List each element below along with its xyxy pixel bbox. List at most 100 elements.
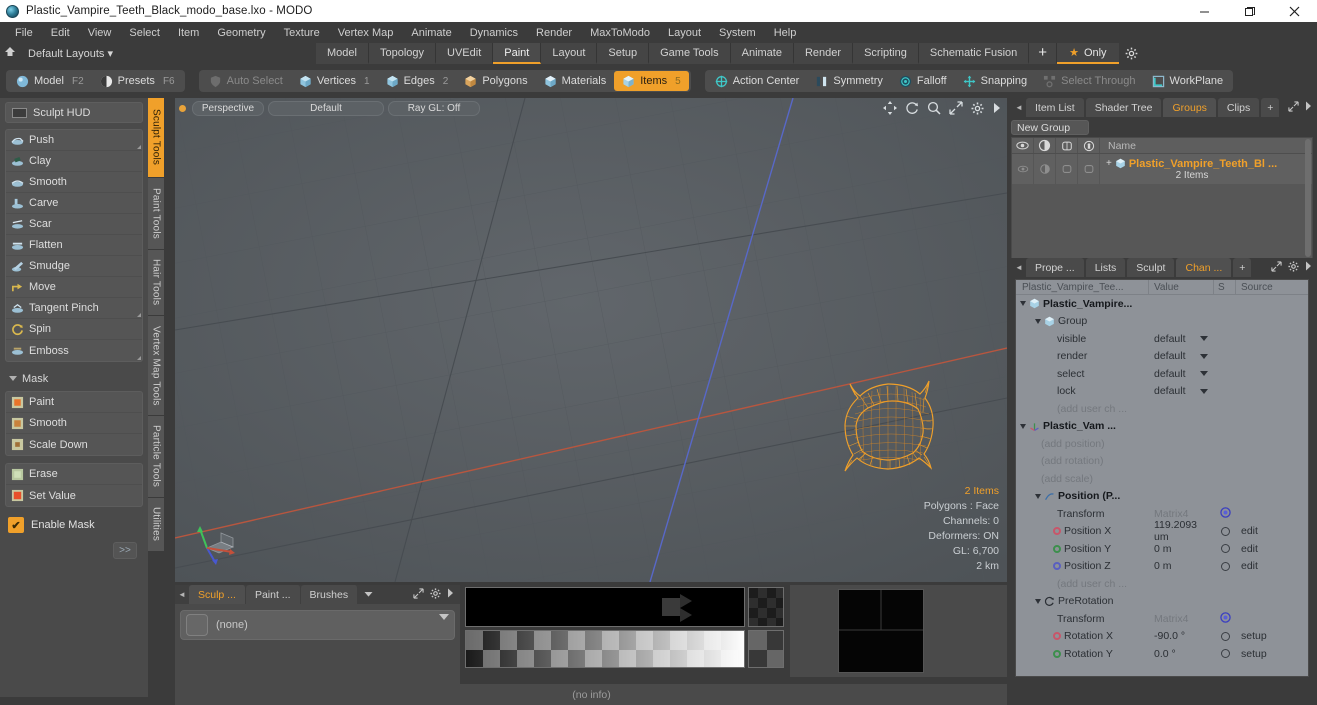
- brush-falloff-preview[interactable]: [465, 587, 745, 627]
- eye-icon[interactable]: [1012, 138, 1034, 153]
- maximize-button[interactable]: [1227, 0, 1272, 22]
- vampire-teeth-model[interactable]: [830, 376, 950, 492]
- add-channels-tab-button[interactable]: +: [1233, 258, 1252, 277]
- expand-icon[interactable]: [1271, 260, 1282, 275]
- row-wire-toggle[interactable]: [1056, 154, 1078, 184]
- mask-tool-erase[interactable]: Erase: [6, 464, 142, 485]
- vtab-vertex-map-tools[interactable]: Vertex Map Tools: [148, 316, 164, 416]
- falloff-button[interactable]: Falloff: [891, 71, 955, 91]
- action-center-button[interactable]: Action Center: [707, 71, 808, 91]
- chevron-down-icon[interactable]: [1035, 598, 1041, 604]
- menu-select[interactable]: Select: [120, 25, 169, 41]
- tool-smudge[interactable]: Smudge: [6, 256, 142, 277]
- layout-tab-model[interactable]: Model: [316, 43, 369, 64]
- gear-icon[interactable]: [430, 587, 441, 602]
- mode-button-polygons[interactable]: Polygons: [456, 71, 535, 91]
- menu-animate[interactable]: Animate: [402, 25, 460, 41]
- minimize-button[interactable]: [1182, 0, 1227, 22]
- tool-spin[interactable]: Spin: [6, 319, 142, 340]
- tab-properties[interactable]: Prope ...: [1026, 258, 1084, 277]
- tool-tangent-pinch[interactable]: Tangent Pinch: [6, 298, 142, 319]
- layout-tab-setup[interactable]: Setup: [597, 43, 650, 64]
- tab-sculpt-brush[interactable]: Sculp ...: [189, 585, 246, 604]
- channel-state-icon[interactable]: [1220, 544, 1230, 554]
- mode-button-model[interactable]: Model F2: [8, 71, 92, 91]
- expand-icon[interactable]: [1288, 100, 1299, 115]
- channel-row[interactable]: Plastic_Vam ...: [1016, 418, 1308, 436]
- menu-geometry[interactable]: Geometry: [208, 25, 274, 41]
- layout-tab-uvedit[interactable]: UVEdit: [436, 43, 494, 64]
- sculpt-hud-button[interactable]: Sculpt HUD: [5, 102, 143, 123]
- layout-tab-animate[interactable]: Animate: [730, 43, 794, 64]
- tab-channels[interactable]: Chan ...: [1176, 258, 1232, 277]
- table-row[interactable]: + Plastic_Vampire_Teeth_Bl ... 2 Items: [1012, 139, 1312, 257]
- mode-button-items[interactable]: Items 5: [614, 71, 689, 91]
- vtab-particle-tools[interactable]: Particle Tools: [148, 416, 164, 498]
- groups-scrollbar[interactable]: [1305, 139, 1311, 257]
- new-group-button[interactable]: New Group: [1011, 120, 1089, 135]
- channels-table[interactable]: Plastic_Vampire_Tee... Value S Source Pl…: [1015, 279, 1309, 677]
- expand-icon[interactable]: [413, 587, 424, 602]
- menu-vertex-map[interactable]: Vertex Map: [329, 25, 403, 41]
- select-through-button[interactable]: Select Through: [1035, 71, 1143, 91]
- channel-row[interactable]: Transform Matrix4: [1016, 610, 1308, 628]
- chevron-down-icon[interactable]: [1020, 301, 1026, 307]
- vtab-sculpt-tools[interactable]: Sculpt Tools: [148, 98, 164, 178]
- tab-brushes[interactable]: Brushes: [300, 585, 359, 604]
- lock-icon[interactable]: [1078, 138, 1100, 153]
- menu-file[interactable]: File: [6, 25, 42, 41]
- render-icon[interactable]: [1034, 138, 1056, 153]
- row-lock-toggle[interactable]: [1078, 154, 1100, 184]
- channel-row[interactable]: Rotation Y 0.0 ° setup: [1016, 645, 1308, 663]
- chevron-down-icon[interactable]: [439, 614, 449, 620]
- tab-shader-tree[interactable]: Shader Tree: [1085, 98, 1162, 117]
- channel-state-icon[interactable]: [1220, 649, 1230, 659]
- vtab-utilities[interactable]: Utilities: [148, 498, 164, 552]
- channel-row[interactable]: Plastic_Vampire...: [1016, 295, 1308, 313]
- mode-button-auto-select[interactable]: Auto Select: [201, 71, 291, 91]
- tab-lists[interactable]: Lists: [1085, 258, 1126, 277]
- menu-system[interactable]: System: [710, 25, 765, 41]
- channel-row[interactable]: (add position): [1016, 435, 1308, 453]
- tool-flatten[interactable]: Flatten: [6, 235, 142, 256]
- expand-sidebar-button[interactable]: >>: [113, 542, 137, 559]
- tool-scar[interactable]: Scar: [6, 214, 142, 235]
- menu-dynamics[interactable]: Dynamics: [461, 25, 527, 41]
- layout-tab-scripting[interactable]: Scripting: [853, 43, 919, 64]
- wire-icon[interactable]: [1056, 138, 1078, 153]
- channel-value[interactable]: -90.0 °: [1154, 630, 1185, 642]
- row-render-toggle[interactable]: [1034, 154, 1056, 184]
- tool-emboss[interactable]: Emboss: [6, 340, 142, 361]
- arrow-right-icon[interactable]: [1305, 101, 1312, 114]
- layout-tab-game-tools[interactable]: Game Tools: [649, 43, 731, 64]
- brush-gradient-preview[interactable]: [465, 630, 745, 668]
- tool-smooth[interactable]: Smooth: [6, 172, 142, 193]
- tab-paint-brush[interactable]: Paint ...: [245, 585, 301, 604]
- channel-row[interactable]: Position Z 0 m edit: [1016, 558, 1308, 576]
- only-toggle[interactable]: ★ Only: [1057, 43, 1119, 64]
- menu-help[interactable]: Help: [765, 25, 806, 41]
- gear-icon[interactable]: [1288, 260, 1299, 275]
- layout-tab-topology[interactable]: Topology: [368, 43, 437, 64]
- default-layouts-dropdown[interactable]: Default Layouts ▾: [28, 47, 113, 60]
- layout-tab-render[interactable]: Render: [793, 43, 854, 64]
- channel-state-icon[interactable]: [1220, 526, 1230, 536]
- channel-value[interactable]: 0 m: [1154, 560, 1172, 572]
- brush-color-swatch[interactable]: [748, 630, 784, 668]
- channel-state-icon[interactable]: [1220, 631, 1230, 641]
- vtab-hair-tools[interactable]: Hair Tools: [148, 250, 164, 316]
- channel-state-icon[interactable]: [1219, 612, 1231, 626]
- texture-preview-thumb[interactable]: [838, 589, 924, 673]
- layout-tab-layout[interactable]: Layout: [541, 43, 598, 64]
- add-panel-tab-button[interactable]: +: [1261, 98, 1280, 117]
- chevron-down-icon[interactable]: [1200, 353, 1208, 359]
- snapping-button[interactable]: Snapping: [955, 71, 1036, 91]
- menu-edit[interactable]: Edit: [42, 25, 79, 41]
- home-icon[interactable]: [0, 46, 20, 61]
- brush-selector[interactable]: (none): [180, 610, 455, 640]
- viewport-shading-dropdown[interactable]: Default: [268, 101, 384, 116]
- channel-row[interactable]: Position Y 0 m edit: [1016, 540, 1308, 558]
- channel-row[interactable]: (add user ch ...: [1016, 575, 1308, 593]
- arrow-right-icon[interactable]: [1305, 261, 1312, 274]
- chevron-down-icon[interactable]: [1200, 388, 1208, 394]
